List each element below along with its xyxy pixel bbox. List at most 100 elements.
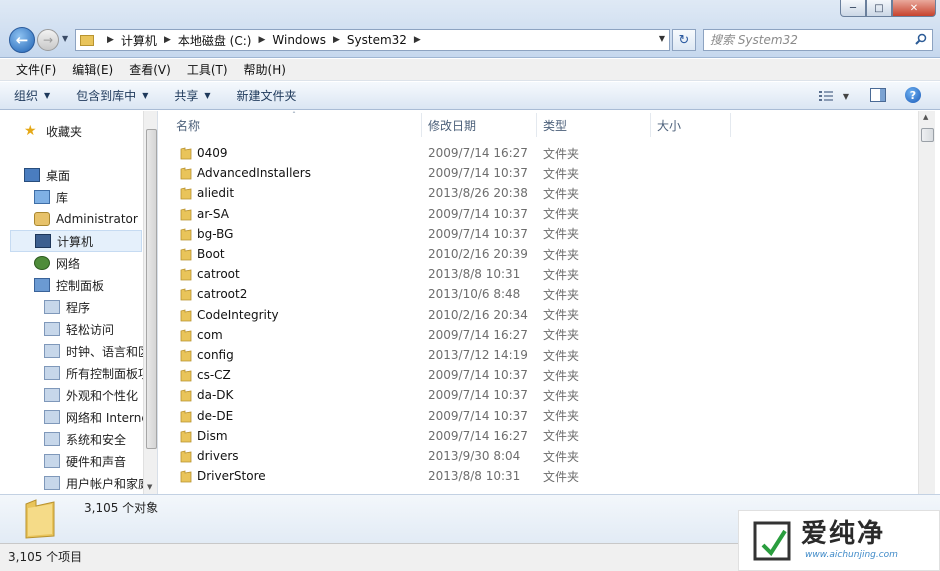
back-button[interactable]: ← — [9, 27, 35, 53]
table-row[interactable]: de-DE 2009/7/14 10:37 文件夹 — [160, 406, 918, 426]
sidebar-item-label: 网络 — [56, 256, 81, 271]
sidebar-item-label: 库 — [56, 190, 69, 205]
address-bar[interactable]: ▶ 计算机 ▶ 本地磁盘 (C:) ▶ Windows ▶ System32 ▶… — [75, 29, 670, 51]
share-button[interactable]: 共享 ▼ — [174, 87, 210, 104]
search-box[interactable] — [703, 29, 933, 51]
sidebar-item-desktop[interactable]: 桌面 — [24, 164, 70, 186]
forward-button[interactable]: → — [37, 29, 59, 51]
file-modified-date: 2013/8/8 10:31 — [428, 469, 521, 484]
table-row[interactable]: config 2013/7/12 14:19 文件夹 — [160, 345, 918, 365]
scroll-up-icon[interactable]: ▲ — [923, 113, 928, 121]
table-row[interactable]: catroot 2013/8/8 10:31 文件夹 — [160, 264, 918, 284]
column-header-size[interactable]: 大小 — [651, 113, 731, 137]
breadcrumb-windows[interactable]: Windows — [272, 33, 326, 47]
help-button[interactable]: ? — [905, 87, 921, 103]
sidebar-item-label: Administrator — [56, 212, 138, 226]
window-controls: ─ □ ✕ — [840, 0, 936, 17]
table-row[interactable]: CodeIntegrity 2010/2/16 20:34 文件夹 — [160, 305, 918, 325]
sidebar-item-ease-of-access[interactable]: 轻松访问 — [44, 318, 114, 340]
breadcrumb-computer[interactable]: 计算机 — [121, 32, 157, 49]
breadcrumb-separator-icon[interactable]: ▶ — [333, 35, 340, 45]
close-button[interactable]: ✕ — [892, 0, 936, 17]
breadcrumb-separator-icon[interactable]: ▶ — [258, 35, 265, 45]
status-item-count: 3,105 个项目 — [8, 550, 83, 564]
sidebar-scrollbar[interactable]: ▼ — [143, 111, 157, 494]
column-header-type[interactable]: 类型 — [537, 113, 651, 137]
arrow-left-icon: ← — [15, 31, 29, 49]
sidebar-item-network[interactable]: 网络 — [34, 252, 80, 274]
sidebar-item-label: 计算机 — [57, 234, 94, 249]
menu-edit[interactable]: 编辑(E) — [64, 61, 121, 78]
folder-icon — [180, 389, 192, 402]
maximize-button[interactable]: □ — [866, 0, 892, 17]
network-icon — [34, 256, 50, 270]
minimize-button[interactable]: ─ — [840, 0, 866, 17]
menu-help[interactable]: 帮助(H) — [236, 61, 294, 78]
folder-icon — [180, 470, 192, 483]
sidebar-item-computer[interactable]: 计算机 — [10, 230, 142, 252]
organize-button[interactable]: 组织 ▼ — [14, 87, 50, 104]
table-row[interactable]: ar-SA 2009/7/14 10:37 文件夹 — [160, 204, 918, 224]
file-list-scrollbar[interactable]: ▲ — [918, 111, 935, 494]
include-in-library-button[interactable]: 包含到库中 ▼ — [76, 87, 148, 104]
column-header-date[interactable]: 修改日期 — [422, 113, 537, 137]
menu-tools[interactable]: 工具(T) — [179, 61, 236, 78]
sidebar-item-label: 控制面板 — [56, 278, 105, 293]
breadcrumb-system32[interactable]: System32 — [347, 33, 407, 47]
file-type: 文件夹 — [543, 429, 580, 444]
breadcrumb-local-disk[interactable]: 本地磁盘 (C:) — [178, 32, 252, 49]
chevron-down-icon: ▼ — [204, 91, 211, 100]
table-row[interactable]: cs-CZ 2009/7/14 10:37 文件夹 — [160, 365, 918, 385]
file-name: bg-BG — [197, 226, 234, 241]
breadcrumb-separator-icon[interactable]: ▶ — [164, 35, 171, 45]
table-row[interactable]: com 2009/7/14 16:27 文件夹 — [160, 325, 918, 345]
table-row[interactable]: bg-BG 2009/7/14 10:37 文件夹 — [160, 224, 918, 244]
breadcrumb-separator-icon[interactable]: ▶ — [107, 35, 114, 45]
sidebar-item-control-panel[interactable]: 控制面板 — [34, 274, 104, 296]
file-type: 文件夹 — [543, 328, 580, 343]
sidebar-item-programs[interactable]: 程序 — [44, 296, 90, 318]
table-row[interactable]: aliedit 2013/8/26 20:38 文件夹 — [160, 183, 918, 203]
menu-file[interactable]: 文件(F) — [8, 61, 64, 78]
watermark-text: 爱纯净 — [801, 519, 886, 549]
sidebar-item-all-control-panel[interactable]: 所有控制面板项 — [44, 362, 150, 384]
details-item-count: 3,105 个对象 — [84, 501, 159, 515]
change-view-button[interactable]: ▼ — [815, 86, 853, 106]
menu-view[interactable]: 查看(V) — [121, 61, 179, 78]
refresh-button[interactable]: ↻ — [672, 29, 696, 51]
sidebar-item-hardware-sound[interactable]: 硬件和声音 — [44, 450, 126, 472]
sidebar-scrollbar-thumb[interactable] — [146, 129, 157, 449]
address-history-dropdown[interactable]: ▼ — [659, 34, 665, 43]
new-folder-button[interactable]: 新建文件夹 — [237, 87, 297, 104]
table-row[interactable]: AdvancedInstallers 2009/7/14 10:37 文件夹 — [160, 163, 918, 183]
file-list-scrollbar-thumb[interactable] — [921, 128, 934, 142]
sidebar-item-favorites[interactable]: ★ 收藏夹 — [24, 120, 82, 142]
search-icon[interactable] — [915, 33, 927, 45]
details-view-icon — [818, 91, 833, 101]
sidebar-item-administrator[interactable]: Administrator — [34, 208, 138, 230]
table-row[interactable]: DriverStore 2013/8/8 10:31 文件夹 — [160, 466, 918, 486]
table-row[interactable]: 0409 2009/7/14 16:27 文件夹 — [160, 143, 918, 163]
file-modified-date: 2013/7/12 14:19 — [428, 348, 528, 362]
table-row[interactable]: Boot 2010/2/16 20:39 文件夹 — [160, 244, 918, 264]
table-row[interactable]: da-DK 2009/7/14 10:37 文件夹 — [160, 385, 918, 405]
sidebar-item-libraries[interactable]: 库 — [34, 186, 68, 208]
sidebar-item-clock-language[interactable]: 时钟、语言和区 — [44, 340, 150, 362]
table-row[interactable]: drivers 2013/9/30 8:04 文件夹 — [160, 446, 918, 466]
sidebar-item-user-accounts[interactable]: 用户帐户和家庭 — [44, 472, 150, 494]
file-type: 文件夹 — [543, 469, 580, 484]
scroll-down-icon[interactable]: ▼ — [147, 483, 152, 491]
table-row[interactable]: catroot2 2013/10/6 8:48 文件夹 — [160, 284, 918, 304]
search-input[interactable] — [710, 33, 905, 47]
file-modified-date: 2009/7/14 10:37 — [428, 166, 528, 181]
preview-pane-button[interactable] — [870, 88, 886, 102]
recent-pages-dropdown[interactable]: ▼ — [62, 34, 68, 43]
library-icon — [34, 190, 50, 204]
sidebar-item-label: 外观和个性化 — [66, 388, 139, 403]
breadcrumb-separator-icon[interactable]: ▶ — [414, 35, 421, 45]
sidebar-item-system-security[interactable]: 系统和安全 — [44, 428, 126, 450]
sidebar-item-appearance[interactable]: 外观和个性化 — [44, 384, 138, 406]
column-header-name[interactable]: 名称 — [170, 113, 422, 137]
table-row[interactable]: Dism 2009/7/14 16:27 文件夹 — [160, 426, 918, 446]
sidebar-item-network-internet[interactable]: 网络和 Interne — [44, 406, 149, 428]
